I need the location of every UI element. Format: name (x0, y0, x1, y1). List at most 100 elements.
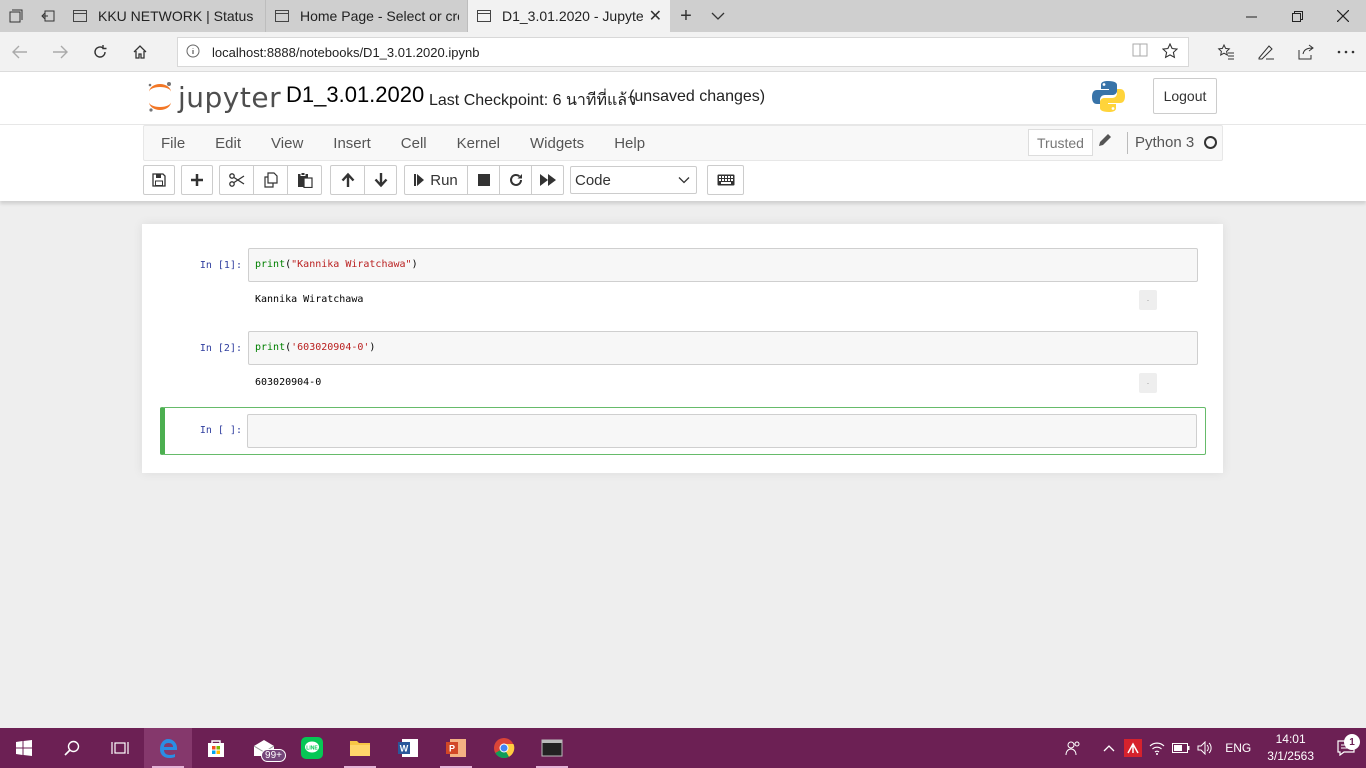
powerpoint-icon[interactable]: P (432, 728, 480, 768)
antivirus-icon[interactable] (1121, 739, 1145, 757)
store-icon[interactable] (192, 728, 240, 768)
input-prompt: In [1]: (199, 260, 242, 271)
close-window-icon[interactable] (1320, 0, 1366, 32)
edit-mode-pencil-icon (1098, 133, 1112, 152)
back-icon[interactable] (0, 32, 40, 72)
edge-browser-icon[interactable] (144, 728, 192, 768)
terminal-icon[interactable] (528, 728, 576, 768)
wifi-icon[interactable] (1145, 741, 1169, 755)
info-icon[interactable] (186, 44, 200, 61)
search-icon[interactable] (48, 728, 96, 768)
move-up-button[interactable] (330, 165, 365, 195)
run-button[interactable]: Run (404, 165, 468, 195)
insert-cell-button[interactable] (181, 165, 213, 195)
favorite-star-icon[interactable] (1161, 42, 1179, 62)
people-icon[interactable] (1061, 740, 1085, 756)
chrome-icon[interactable] (480, 728, 528, 768)
notebook-name[interactable]: D1_3.01.2020 (286, 82, 424, 108)
fast-forward-icon (539, 174, 556, 186)
page-icon (275, 10, 289, 22)
chevron-down-icon[interactable] (702, 0, 734, 32)
output-collapse-handle[interactable]: · (1139, 290, 1157, 310)
refresh-icon[interactable] (80, 32, 120, 72)
menu-cell[interactable]: Cell (386, 126, 442, 160)
battery-icon[interactable] (1169, 743, 1193, 753)
word-icon[interactable]: W (384, 728, 432, 768)
browser-address-bar: localhost:8888/notebooks/D1_3.01.2020.ip… (0, 32, 1366, 72)
paste-button[interactable] (287, 165, 322, 195)
python-logo-icon (1092, 81, 1125, 112)
menu-insert[interactable]: Insert (318, 126, 386, 160)
svg-text:P: P (449, 744, 455, 754)
system-tray: ENG 14:01 3/1/2563 1 (1061, 728, 1366, 768)
input-language[interactable]: ENG (1225, 741, 1251, 755)
menu-widgets[interactable]: Widgets (515, 126, 599, 160)
cell-output: Kannika Wiratchawa (255, 294, 364, 305)
arrow-up-icon (341, 172, 354, 187)
chevron-up-icon[interactable] (1097, 744, 1121, 752)
close-tab-icon[interactable]: ✕ (649, 6, 662, 26)
restart-kernel-button[interactable] (499, 165, 532, 195)
browser-tab-home-page[interactable]: Home Page - Select or creat (266, 0, 468, 32)
selected-code-cell[interactable]: In [ ]: (160, 407, 1206, 455)
copy-button[interactable] (253, 165, 288, 195)
kernel-name[interactable]: Python 3 (1135, 134, 1194, 151)
forward-icon[interactable] (40, 32, 80, 72)
code-cell[interactable]: In [1]: print("Kannika Wiratchawa") Kann… (160, 248, 1206, 324)
action-center-icon[interactable]: 1 (1326, 734, 1366, 756)
svg-text:LINE: LINE (306, 745, 318, 751)
jupyter-logo-icon (148, 82, 171, 112)
browser-tab-jupyter[interactable]: D1_3.01.2020 - Jupyter ✕ (468, 0, 670, 32)
divider (1127, 132, 1128, 154)
save-button[interactable] (143, 165, 175, 195)
menu-file[interactable]: File (144, 126, 200, 160)
favorites-list-icon[interactable] (1206, 32, 1246, 72)
clock[interactable]: 14:01 3/1/2563 (1267, 731, 1314, 765)
code-input[interactable] (247, 414, 1197, 448)
volume-icon[interactable] (1193, 741, 1217, 755)
jupyter-logo[interactable]: jupyter (146, 80, 281, 114)
windows-start-icon[interactable] (0, 728, 48, 768)
restart-run-all-button[interactable] (531, 165, 564, 195)
code-input[interactable]: print('603020904-0') (248, 331, 1198, 365)
file-explorer-icon[interactable] (336, 728, 384, 768)
reading-view-icon[interactable] (1132, 43, 1148, 62)
share-icon[interactable] (1286, 32, 1326, 72)
menu-view[interactable]: View (256, 126, 318, 160)
mail-icon[interactable]: 99+ (240, 728, 288, 768)
task-view-icon[interactable] (96, 728, 144, 768)
browser-tab-kku-network[interactable]: KKU NETWORK | Status (64, 0, 266, 32)
code-input[interactable]: print("Kannika Wiratchawa") (248, 248, 1198, 282)
code-cell[interactable]: In [2]: print('603020904-0') 603020904-0… (160, 331, 1206, 407)
menu-kernel[interactable]: Kernel (442, 126, 515, 160)
notebook-container: In [1]: print("Kannika Wiratchawa") Kann… (142, 224, 1223, 473)
mail-badge: 99+ (261, 749, 286, 762)
interrupt-kernel-button[interactable] (467, 165, 500, 195)
arrow-down-icon (374, 173, 387, 188)
move-down-button[interactable] (364, 165, 397, 195)
code-function: print (255, 259, 286, 270)
set-tabs-aside-icon[interactable] (32, 0, 64, 32)
cell-type-select[interactable]: Code (570, 166, 697, 194)
input-prompt: In [2]: (199, 343, 242, 354)
jupyter-logo-text: jupyter (178, 80, 282, 114)
command-palette-button[interactable] (707, 165, 744, 195)
clock-date: 3/1/2563 (1267, 749, 1314, 763)
home-icon[interactable] (120, 32, 160, 72)
menu-help[interactable]: Help (599, 126, 660, 160)
logout-button[interactable]: Logout (1153, 78, 1217, 114)
run-label: Run (430, 171, 458, 189)
new-tab-icon[interactable]: + (670, 0, 702, 32)
cut-button[interactable] (219, 165, 254, 195)
menu-edit[interactable]: Edit (200, 126, 256, 160)
tab-overview-icon[interactable] (0, 0, 32, 32)
scissors-icon (228, 173, 244, 187)
more-options-icon[interactable] (1326, 32, 1366, 72)
minimize-icon[interactable] (1228, 0, 1274, 32)
pen-notes-icon[interactable] (1246, 32, 1286, 72)
trusted-indicator[interactable]: Trusted (1028, 129, 1093, 156)
restore-icon[interactable] (1274, 0, 1320, 32)
url-field[interactable]: localhost:8888/notebooks/D1_3.01.2020.ip… (177, 37, 1189, 67)
line-app-icon[interactable]: LINE (288, 728, 336, 768)
output-collapse-handle[interactable]: · (1139, 373, 1157, 393)
